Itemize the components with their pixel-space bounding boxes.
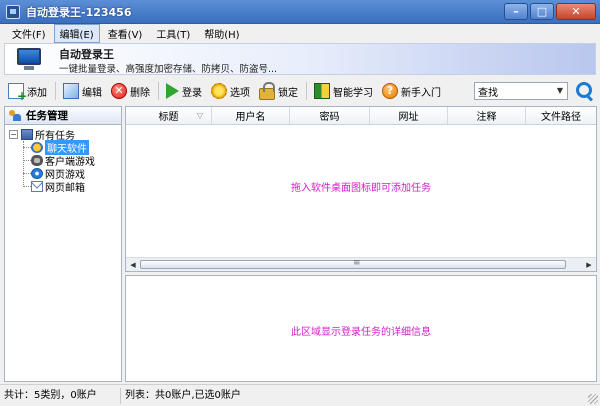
scroll-left-icon[interactable]: ◀ — [127, 259, 139, 271]
menu-view[interactable]: 查看(V) — [102, 24, 149, 43]
menu-bar: 文件(F) 编辑(E) 查看(V) 工具(T) 帮助(H) — [0, 23, 600, 43]
gear-icon — [211, 83, 227, 99]
status-list-count: 列表：共0账户,已选0账户 — [125, 389, 241, 401]
column-header-note[interactable]: 注释 — [448, 107, 526, 124]
edit-button[interactable]: 编辑 — [59, 79, 106, 103]
status-bar: 共计：5类别，0账户 列表：共0账户,已选0账户 — [0, 384, 600, 406]
column-header-file-path[interactable]: 文件路径 — [526, 107, 596, 124]
login-label: 登录 — [182, 87, 202, 99]
maximize-button[interactable]: □ — [530, 3, 554, 20]
add-button[interactable]: 添加 — [4, 79, 51, 103]
menu-help[interactable]: 帮助(H) — [198, 24, 245, 43]
lock-label: 锁定 — [278, 87, 298, 99]
search-dropdown-icon[interactable]: ▼ — [553, 83, 567, 99]
book-icon — [314, 83, 330, 99]
collapse-toggle-icon[interactable]: − — [9, 130, 18, 139]
toolbar-divider — [306, 82, 307, 100]
add-icon — [8, 83, 27, 103]
status-category-count: 共计：5类别，0账户 — [0, 387, 121, 404]
banner-title: 自动登录王 — [59, 48, 114, 61]
banner-subtitle: 一键批量登录、高强度加密存储、防拷贝、防盗号... — [59, 64, 278, 75]
edit-label: 编辑 — [82, 87, 102, 99]
sort-icon: ▽ — [196, 111, 203, 120]
delete-button[interactable]: ✕ 删除 — [107, 79, 154, 103]
menu-file[interactable]: 文件(F) — [6, 24, 52, 43]
toolbar-divider — [55, 82, 56, 100]
search-input[interactable] — [475, 83, 553, 99]
task-list-table[interactable]: 标题 ▽ 用户名 密码 网址 注释 文件路径 拖入软件桌面图标即可添加任务 ◀ … — [125, 106, 597, 272]
folder-icon — [21, 129, 33, 140]
menu-tools[interactable]: 工具(T) — [150, 24, 196, 43]
column-header-username[interactable]: 用户名 — [212, 107, 290, 124]
help-icon: ? — [382, 83, 398, 99]
users-icon — [8, 109, 22, 122]
task-manager-panel: 任务管理 − 所有任务 聊天软件 客户端游戏 网页游戏 网页邮箱 — [4, 106, 122, 382]
tree-connector — [23, 186, 31, 187]
app-icon — [6, 4, 20, 19]
tree-connector — [23, 173, 31, 174]
play-icon — [166, 83, 179, 99]
task-manager-title: 任务管理 — [26, 110, 68, 122]
options-button[interactable]: 选项 — [207, 79, 254, 103]
resize-grip-icon[interactable] — [588, 394, 598, 404]
delete-icon: ✕ — [111, 83, 127, 99]
header-banner: 自动登录王 一键批量登录、高强度加密存储、防拷贝、防盗号... — [4, 43, 596, 75]
tree-connector — [23, 160, 31, 161]
gamepad-icon — [31, 155, 43, 166]
task-manager-header: 任务管理 — [5, 107, 121, 125]
toolbar-divider — [158, 82, 159, 100]
close-button[interactable]: ✕ — [556, 3, 596, 20]
window-title: 自动登录王-123456 — [26, 5, 132, 19]
column-header-title[interactable]: 标题 ▽ — [126, 107, 212, 124]
task-detail-panel: 此区域显示登录任务的详细信息 — [125, 275, 597, 382]
search-icon[interactable] — [574, 81, 594, 101]
detail-hint-text: 此区域显示登录任务的详细信息 — [291, 327, 431, 338]
title-bar[interactable]: 自动登录王-123456 – □ ✕ — [0, 0, 600, 24]
beginner-guide-button[interactable]: ? 新手入门 — [378, 79, 445, 103]
menu-edit[interactable]: 编辑(E) — [53, 23, 100, 43]
column-header-url[interactable]: 网址 — [370, 107, 448, 124]
search-box[interactable]: ▼ — [474, 82, 568, 100]
tree-item-web-mail[interactable]: 网页邮箱 — [5, 180, 121, 194]
minimize-button[interactable]: – — [504, 3, 528, 20]
tree-connector — [23, 147, 31, 148]
scrollbar-thumb[interactable] — [140, 258, 566, 269]
task-tree: − 所有任务 聊天软件 客户端游戏 网页游戏 网页邮箱 — [5, 125, 121, 194]
drag-hint-text: 拖入软件桌面图标即可添加任务 — [291, 183, 431, 194]
login-button[interactable]: 登录 — [162, 79, 206, 103]
monitor-icon — [15, 46, 43, 72]
tree-item-label: 网页邮箱 — [45, 183, 85, 194]
smart-learn-label: 智能学习 — [333, 87, 373, 99]
scroll-right-icon[interactable]: ▶ — [583, 259, 595, 271]
window-controls: – □ ✕ — [504, 3, 596, 20]
chat-icon — [31, 142, 43, 153]
lock-icon — [259, 82, 275, 100]
column-header-password[interactable]: 密码 — [290, 107, 370, 124]
horizontal-scrollbar[interactable]: ◀ ▶ — [126, 257, 596, 271]
mail-icon — [31, 181, 43, 192]
options-label: 选项 — [230, 87, 250, 99]
table-header: 标题 ▽ 用户名 密码 网址 注释 文件路径 — [126, 107, 596, 125]
beginner-guide-label: 新手入门 — [401, 87, 441, 99]
toolbar: 添加 编辑 ✕ 删除 登录 选项 锁定 智能学习 ? 新手入门 ▼ — [4, 78, 596, 104]
delete-label: 删除 — [130, 87, 150, 99]
add-label: 添加 — [27, 87, 47, 99]
smart-learn-button[interactable]: 智能学习 — [310, 79, 377, 103]
edit-icon — [63, 83, 79, 99]
lock-button[interactable]: 锁定 — [255, 79, 302, 103]
